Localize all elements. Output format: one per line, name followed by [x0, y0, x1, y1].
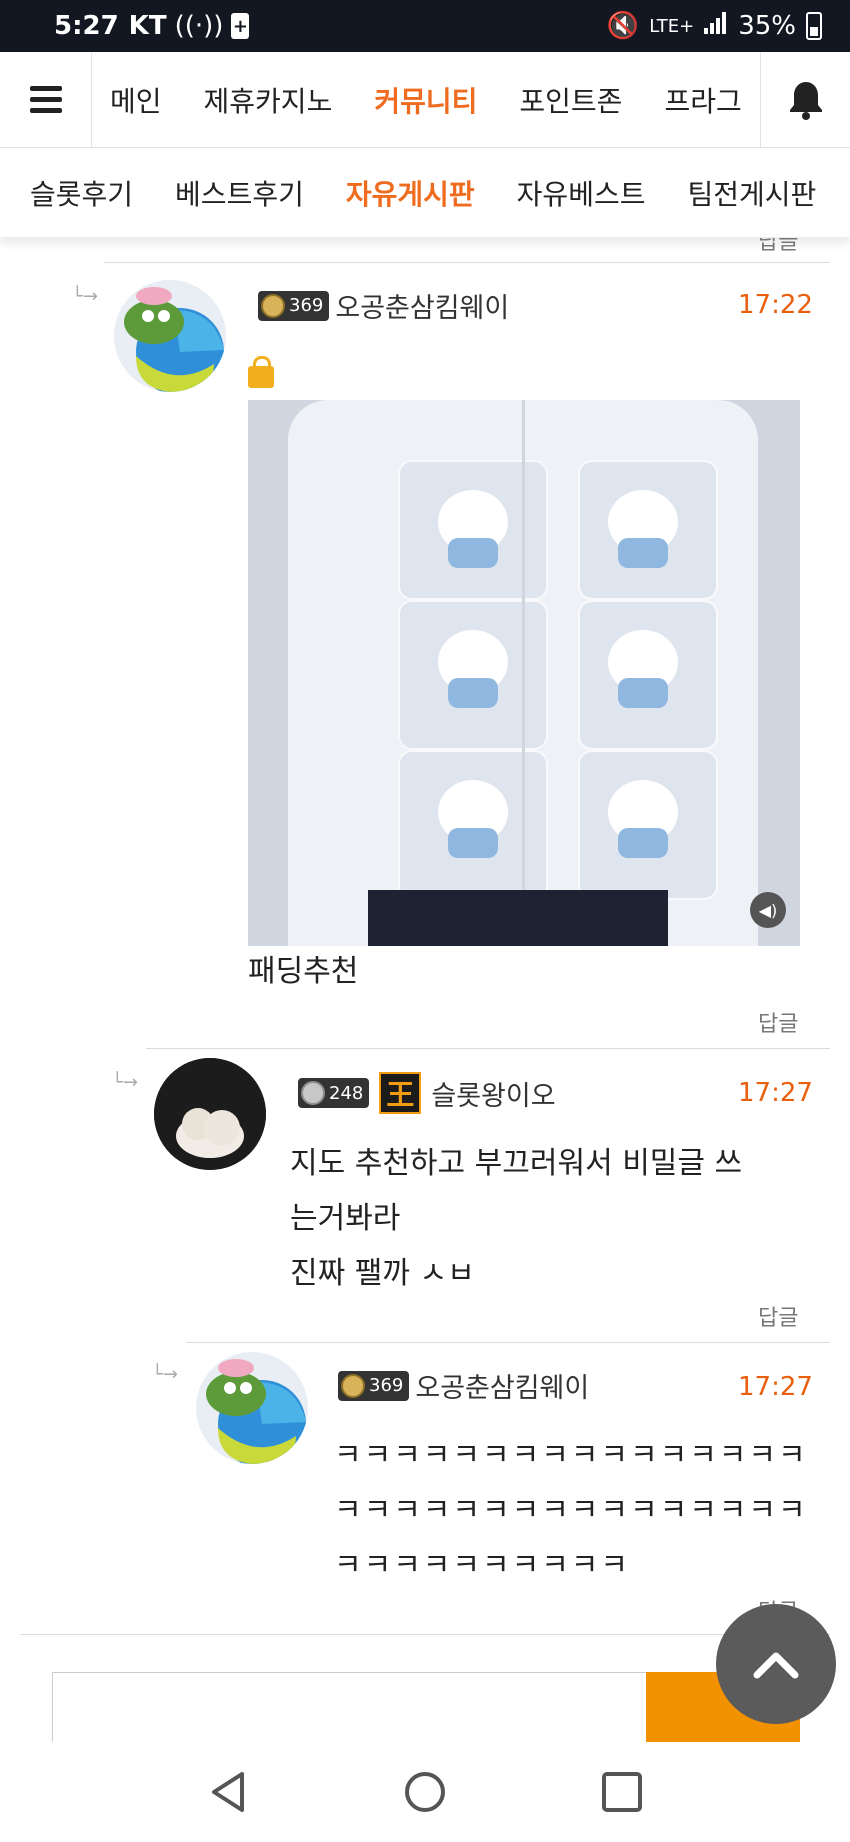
comment-line: ㅋㅋㅋㅋㅋㅋㅋㅋㅋㅋㅋㅋㅋㅋㅋㅋ	[334, 1438, 808, 1473]
divider	[186, 1342, 830, 1343]
plush-toy	[438, 630, 508, 708]
sub-nav: 슬롯후기 베스트후기 자유게시판 자유베스트 팀전게시판	[0, 148, 850, 238]
home-icon[interactable]	[403, 1770, 447, 1814]
battery-saver-icon: +	[231, 13, 250, 39]
reply-arrow-icon: └→	[112, 1072, 138, 1093]
comment-text: 지도 추천하고 부끄러워서 비밀글 쓰 는거봐라 진짜 팰까 ㅅㅂ	[290, 1136, 810, 1301]
plush-toy	[438, 780, 508, 858]
comment-meta: 369 오공춘삼킴웨이	[258, 286, 509, 325]
comment-time: 17:27	[738, 1372, 813, 1402]
plush-toy	[608, 490, 678, 568]
avatar[interactable]	[196, 1352, 308, 1464]
mute-icon: 🔇	[606, 11, 640, 41]
level-badge: 248	[298, 1078, 370, 1108]
divider	[20, 1634, 830, 1635]
tab-main[interactable]: 메인	[110, 80, 162, 120]
level-badge: 369	[338, 1370, 410, 1401]
scroll-top-button[interactable]	[716, 1604, 836, 1724]
pants	[368, 890, 668, 946]
reply-arrow-icon: └→	[72, 286, 98, 307]
divider	[104, 262, 830, 263]
avatar[interactable]	[154, 1058, 266, 1170]
comment-line: 지도 추천하고 부끄러워서 비밀글 쓰	[290, 1146, 743, 1181]
main-nav: 메인 제휴카지노 커뮤니티 포인트존 프라그	[0, 51, 850, 148]
comment-input[interactable]	[52, 1672, 652, 1742]
comment-image[interactable]: ◀)	[248, 400, 800, 946]
tab-community[interactable]: 커뮤니티	[374, 80, 477, 120]
plush-toy	[608, 630, 678, 708]
back-icon[interactable]	[206, 1770, 250, 1814]
tab-free-best[interactable]: 자유베스트	[517, 173, 646, 213]
tab-pragmatic[interactable]: 프라그	[664, 80, 741, 120]
reply-link[interactable]: 답글	[758, 1300, 798, 1332]
jacket-shape	[288, 400, 758, 946]
divider	[146, 1048, 830, 1049]
tab-point-zone[interactable]: 포인트존	[519, 80, 622, 120]
level-number: 369	[289, 295, 324, 316]
username[interactable]: 슬롯왕이오	[431, 1074, 555, 1113]
medal-icon	[261, 293, 285, 318]
comment-line: 는거봐라	[290, 1201, 401, 1236]
main-nav-tabs: 메인 제휴카지노 커뮤니티 포인트존 프라그	[92, 80, 760, 120]
network-type: LTE+	[649, 15, 695, 37]
status-carrier: KT	[128, 11, 167, 41]
hotspot-icon: ((·))	[174, 11, 224, 41]
tab-best-review[interactable]: 베스트후기	[175, 173, 304, 213]
comment-time: 17:22	[738, 290, 813, 320]
signal-icon	[704, 11, 728, 41]
avatar[interactable]	[114, 280, 226, 392]
recents-icon[interactable]	[600, 1770, 644, 1814]
comment-time: 17:27	[738, 1078, 813, 1108]
reply-link[interactable]: 답글	[758, 1006, 798, 1038]
level-badge: 369	[258, 290, 330, 321]
comment-line: ㅋㅋㅋㅋㅋㅋㅋㅋㅋㅋ	[334, 1548, 630, 1583]
username[interactable]: 오공춘삼킴웨이	[415, 1366, 589, 1405]
tab-free-board[interactable]: 자유게시판	[346, 173, 475, 213]
sound-icon[interactable]: ◀)	[750, 892, 786, 928]
status-time: 5:27	[54, 11, 119, 41]
comment-text: 패딩추천	[248, 954, 359, 989]
bell-icon[interactable]	[760, 51, 850, 148]
tab-slot-review[interactable]: 슬롯후기	[30, 173, 133, 213]
zipper	[522, 400, 525, 946]
comment-line: ㅋㅋㅋㅋㅋㅋㅋㅋㅋㅋㅋㅋㅋㅋㅋㅋ	[334, 1493, 808, 1528]
comment-meta: 248 王 슬롯왕이오	[298, 1072, 556, 1114]
plush-toy	[608, 780, 678, 858]
comment-meta: 369 오공춘삼킴웨이	[338, 1366, 589, 1405]
plush-toy	[438, 490, 508, 568]
reply-link[interactable]: 답글	[758, 238, 798, 256]
comment-list: 답글 └→ 369 오공춘삼킴웨이 17:22 ◀) 패딩추천 답글 └→ 24…	[0, 238, 850, 1742]
battery-icon	[806, 12, 822, 40]
level-number: 248	[329, 1082, 364, 1104]
tab-team-board[interactable]: 팀전게시판	[687, 173, 816, 213]
reply-arrow-icon: └→	[152, 1364, 178, 1385]
chevron-up-icon	[753, 1652, 799, 1679]
username[interactable]: 오공춘삼킴웨이	[335, 286, 509, 325]
king-badge: 王	[379, 1072, 422, 1114]
hamburger-menu-icon[interactable]	[0, 51, 92, 148]
medal-icon	[341, 1373, 365, 1398]
tab-partner-casino[interactable]: 제휴카지노	[204, 80, 333, 120]
comment-line: 진짜 팰까 ㅅㅂ	[290, 1256, 475, 1291]
system-nav-bar	[0, 1742, 850, 1842]
lock-icon	[248, 356, 274, 388]
battery-percent: 35%	[738, 11, 796, 41]
medal-icon	[301, 1081, 325, 1105]
level-number: 369	[369, 1375, 404, 1396]
status-bar: 5:27 KT ((·)) + 🔇 LTE+ 35%	[0, 0, 850, 52]
comment-text: ㅋㅋㅋㅋㅋㅋㅋㅋㅋㅋㅋㅋㅋㅋㅋㅋ ㅋㅋㅋㅋㅋㅋㅋㅋㅋㅋㅋㅋㅋㅋㅋㅋ ㅋㅋㅋㅋㅋㅋ…	[334, 1428, 814, 1593]
